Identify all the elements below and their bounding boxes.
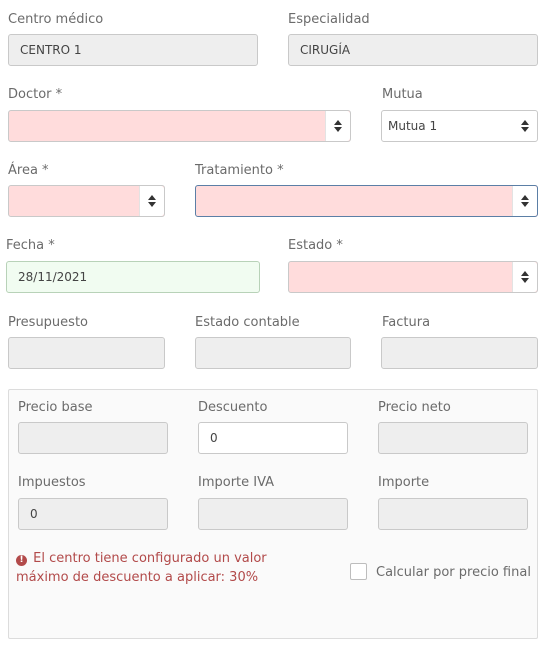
impuestos-field: 0	[18, 498, 168, 530]
factura-label: Factura	[382, 315, 431, 330]
calcular-label[interactable]: Calcular por precio final	[376, 565, 531, 580]
factura-field	[381, 337, 538, 369]
descuento-label: Descuento	[198, 400, 268, 415]
estado-contable-label: Estado contable	[195, 315, 300, 330]
doctor-select[interactable]	[8, 110, 351, 142]
fecha-value: 28/11/2021	[18, 270, 88, 284]
presupuesto-field	[8, 337, 165, 369]
mutua-label: Mutua	[382, 87, 423, 102]
select-arrows-icon	[512, 111, 537, 141]
impuestos-label: Impuestos	[18, 475, 86, 490]
mutua-select[interactable]: Mutua 1	[381, 110, 538, 142]
precio-base-field	[18, 422, 168, 454]
importe-field	[378, 498, 528, 530]
tratamiento-select[interactable]	[195, 185, 538, 217]
select-arrows-icon	[512, 262, 537, 292]
area-select[interactable]	[8, 185, 165, 217]
precio-neto-field	[378, 422, 528, 454]
estado-label: Estado *	[288, 238, 343, 253]
discount-warning: ! El centro tiene configurado un valor m…	[16, 550, 276, 587]
especialidad-field: CIRUGÍA	[288, 34, 538, 66]
select-arrows-icon	[512, 186, 537, 216]
centro-medico-value: CENTRO 1	[20, 43, 82, 57]
descuento-value: 0	[210, 431, 218, 445]
especialidad-value: CIRUGÍA	[300, 43, 351, 57]
especialidad-label: Especialidad	[288, 12, 370, 27]
centro-medico-field: CENTRO 1	[8, 34, 258, 66]
presupuesto-label: Presupuesto	[8, 315, 88, 330]
discount-warning-text: El centro tiene configurado un valor máx…	[16, 551, 267, 585]
doctor-label: Doctor *	[8, 87, 63, 102]
select-arrows-icon	[139, 186, 164, 216]
area-label: Área *	[8, 163, 49, 178]
fecha-input[interactable]: 28/11/2021	[6, 261, 260, 293]
descuento-input[interactable]: 0	[198, 422, 348, 454]
importe-label: Importe	[378, 475, 430, 490]
centro-medico-label: Centro médico	[8, 12, 104, 27]
precio-neto-label: Precio neto	[378, 400, 451, 415]
tratamiento-label: Tratamiento *	[195, 163, 284, 178]
impuestos-value: 0	[30, 507, 38, 521]
importe-iva-label: Importe IVA	[198, 475, 275, 490]
fecha-label: Fecha *	[6, 238, 55, 253]
estado-contable-field	[195, 337, 351, 369]
mutua-value: Mutua 1	[388, 119, 438, 133]
importe-iva-field	[198, 498, 348, 530]
precio-base-label: Precio base	[18, 400, 93, 415]
select-arrows-icon	[325, 111, 350, 141]
estado-select[interactable]	[288, 261, 538, 293]
calcular-checkbox[interactable]	[350, 563, 367, 580]
info-circle-icon: !	[16, 555, 27, 566]
